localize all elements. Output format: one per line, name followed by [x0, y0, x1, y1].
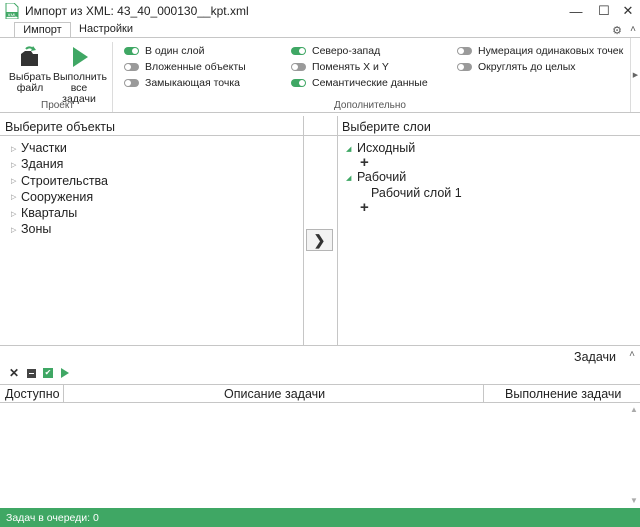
toggle-nested-objects[interactable]: Вложенные объекты [124, 60, 246, 74]
open-file-icon [21, 46, 38, 66]
tree-item-parcels[interactable]: Участки [21, 141, 67, 155]
group-label-additional: Дополнительно [334, 100, 406, 111]
column-progress[interactable]: Выполнение задачи [505, 387, 621, 401]
toggle-label: Северо-запад [312, 45, 381, 57]
objects-panel-header: Выберите объекты [0, 117, 303, 136]
add-layer-icon[interactable]: + [360, 200, 369, 215]
ribbon-tabs: Импорт Настройки [0, 22, 640, 38]
toggle-label: Нумерация одинаковых точек [478, 45, 624, 57]
column-separator[interactable] [63, 385, 64, 402]
toggle-round-to-integers[interactable]: Округлять до целых [457, 60, 576, 74]
ribbon: Выбрать файл Выполнить все задачи Проект… [0, 37, 640, 113]
panel-divider [303, 116, 304, 345]
toggle-switch-on [291, 47, 306, 55]
run-task-icon[interactable] [61, 368, 69, 378]
run-icon [73, 47, 88, 67]
window-title: Импорт из XML: 43_40_000130__kpt.xml [25, 4, 249, 18]
minimize-button[interactable]: — [562, 0, 590, 22]
queue-status: Задач в очереди: 0 [6, 512, 99, 524]
clear-tasks-icon[interactable] [27, 369, 36, 378]
toggle-one-layer[interactable]: В один слой [124, 44, 204, 58]
toggle-label: Округлять до целых [478, 61, 576, 73]
tree-item-constructions[interactable]: Строительства [21, 174, 108, 188]
move-to-layers-button[interactable]: ❯ [306, 229, 333, 251]
check-all-icon[interactable]: ✔ [43, 368, 53, 378]
add-layer-icon[interactable]: + [360, 155, 369, 170]
column-separator[interactable] [483, 385, 484, 402]
collapse-arrow-icon[interactable]: ◢ [346, 174, 351, 182]
collapse-arrow-icon[interactable]: ◢ [346, 145, 351, 153]
open-file-button[interactable]: Выбрать файл [8, 46, 52, 94]
toggle-label: В один слой [145, 45, 205, 57]
tasks-scrollbar[interactable]: ▲ ▼ [628, 403, 640, 508]
minimize-icon: — [569, 3, 583, 19]
run-all-button[interactable]: Выполнить все задачи [53, 46, 107, 105]
toggle-switch-on [124, 47, 139, 55]
expand-arrow-icon[interactable]: ▷ [11, 210, 16, 218]
tree-item-structures[interactable]: Сооружения [21, 190, 93, 204]
collapse-ribbon-icon[interactable]: ˄ [630, 24, 636, 35]
close-button[interactable]: ✕ [614, 0, 640, 22]
toggle-switch-off [457, 63, 472, 71]
open-file-label-2: файл [16, 82, 44, 94]
tab-import[interactable]: Импорт [14, 22, 71, 38]
delete-task-icon[interactable]: ✕ [9, 366, 19, 380]
expand-arrow-icon[interactable]: ▷ [11, 193, 16, 201]
toggle-north-west[interactable]: Северо-запад [291, 44, 380, 58]
toggle-duplicate-point-numbering[interactable]: Нумерация одинаковых точек [457, 44, 623, 58]
xml-file-icon: XML [5, 3, 19, 19]
ribbon-separator [112, 42, 113, 112]
xml-icon-label: XML [8, 12, 18, 17]
chevron-right-icon: ▶ [632, 72, 639, 79]
scroll-down-icon[interactable]: ▼ [630, 496, 638, 505]
toggle-label: Поменять X и Y [312, 61, 389, 73]
close-icon: ✕ [622, 3, 634, 18]
panel-divider [337, 116, 338, 345]
toggle-label: Вложенные объекты [145, 61, 246, 73]
layer-group-source[interactable]: Исходный [357, 141, 415, 155]
title-bar: XML Импорт из XML: 43_40_000130__kpt.xml… [0, 0, 640, 22]
group-label-project: Проект [41, 100, 74, 111]
chevron-right-icon: ❯ [313, 231, 326, 248]
splitter[interactable] [0, 345, 640, 346]
tab-settings[interactable]: Настройки [76, 22, 136, 38]
tasks-table-header: Доступно Описание задачи Выполнение зада… [0, 384, 640, 403]
toggle-switch-off [124, 63, 139, 71]
status-bar: Задач в очереди: 0 [0, 508, 640, 527]
ribbon-scroll-button[interactable]: ▶ [630, 38, 640, 112]
toggle-closing-point[interactable]: Замыкающая точка [124, 76, 240, 90]
scroll-up-icon[interactable]: ▲ [630, 405, 638, 414]
toggle-switch-on [291, 79, 306, 87]
expand-arrow-icon[interactable]: ▷ [11, 226, 16, 234]
expand-arrow-icon[interactable]: ▷ [11, 145, 16, 153]
collapse-tasks-icon[interactable]: ˄ [629, 349, 635, 360]
middle-panel-header [303, 117, 337, 136]
toggle-switch-off [457, 47, 472, 55]
column-available[interactable]: Доступно [5, 387, 60, 401]
layer-item-working-1[interactable]: Рабочий слой 1 [371, 186, 462, 200]
toggle-switch-off [124, 79, 139, 87]
gear-icon[interactable]: ⚙ [612, 24, 622, 37]
tree-item-buildings[interactable]: Здания [21, 157, 63, 171]
tasks-title: Задачи [574, 350, 616, 364]
layers-panel-header: Выберите слои [337, 117, 640, 136]
toggle-swap-xy[interactable]: Поменять X и Y [291, 60, 389, 74]
toggle-switch-off [291, 63, 306, 71]
column-description[interactable]: Описание задачи [224, 387, 325, 401]
layer-group-working[interactable]: Рабочий [357, 170, 406, 184]
maximize-icon: ☐ [598, 3, 610, 18]
tree-item-zones[interactable]: Зоны [21, 222, 51, 236]
toggle-label: Семантические данные [312, 77, 428, 89]
expand-arrow-icon[interactable]: ▷ [11, 161, 16, 169]
expand-arrow-icon[interactable]: ▷ [11, 177, 16, 185]
tree-item-blocks[interactable]: Кварталы [21, 206, 77, 220]
toggle-label: Замыкающая точка [145, 77, 241, 89]
toggle-semantic-data[interactable]: Семантические данные [291, 76, 428, 90]
